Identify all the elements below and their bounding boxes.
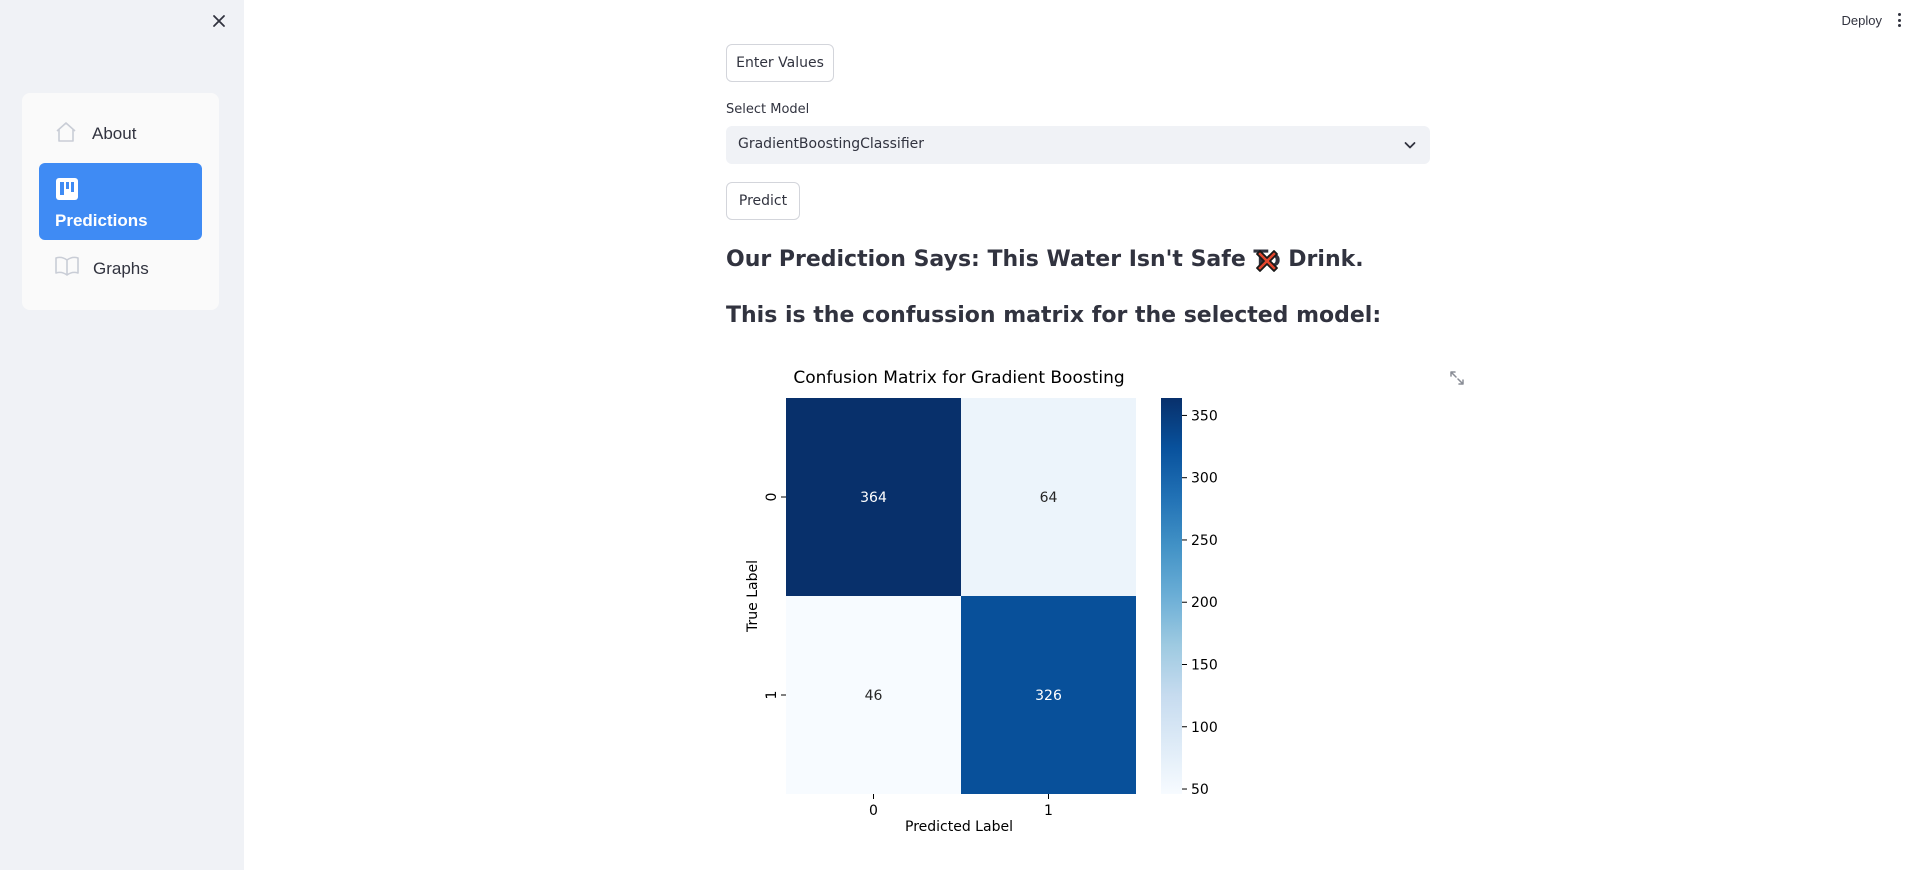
kanban-icon [55,177,79,206]
main-menu-button[interactable] [1894,10,1904,30]
matrix-heading: This is the confussion matrix for the se… [726,303,1382,328]
y-tick-label: 1 [764,691,780,700]
kebab-dot [1897,24,1901,27]
sidebar-item-predictions[interactable]: Predictions [39,163,202,240]
select-model-label: Select Model [726,102,810,117]
colorbar-tick-label: 350 [1191,408,1218,424]
x-tick-label: 1 [1044,803,1053,819]
colorbar-tick-label: 50 [1191,782,1209,798]
colorbar [1161,398,1182,794]
cell-value-label: 46 [865,688,883,704]
kebab-dot [1897,18,1901,22]
sidebar-item-label: About [92,124,137,143]
selected-model-value: GradientBoostingClassifier [738,136,925,152]
sidebar-item-label: Graphs [93,259,149,278]
colorbar-tick-label: 100 [1191,720,1218,736]
house-icon [54,121,78,148]
enter-values-button[interactable]: Enter Values [726,44,834,82]
chart-title: Confusion Matrix for Gradient Boosting [793,368,1124,388]
cell-value-label: 326 [1035,688,1062,704]
fullscreen-icon[interactable] [1448,369,1466,392]
y-tick-label: 0 [764,493,780,502]
x-axis-label: Predicted Label [905,819,1013,835]
kebab-dot [1897,13,1901,16]
nav-menu: About Predictions Graphs [22,93,219,310]
colorbar-tick-label: 300 [1191,471,1218,487]
y-axis-label: True Label [745,560,761,633]
model-select[interactable]: GradientBoostingClassifier [726,126,1430,164]
close-sidebar-button[interactable] [206,8,232,34]
sidebar: About Predictions Graphs [0,0,244,870]
confusion-matrix-chart: Confusion Matrix for Gradient Boosting 3… [745,368,1218,835]
predict-button[interactable]: Predict [726,182,800,220]
sidebar-item-about[interactable]: About [39,111,202,155]
x-tick-label: 0 [869,803,878,819]
book-icon [54,255,80,282]
cell-value-label: 364 [860,490,887,506]
sidebar-item-graphs[interactable]: Graphs [39,245,202,289]
colorbar-tick-label: 200 [1191,595,1218,611]
cross-mark-icon [1253,247,1281,280]
colorbar-tick-label: 150 [1191,657,1218,673]
deploy-button[interactable]: Deploy [1842,13,1882,28]
colorbar-tick-label: 250 [1191,533,1218,549]
app-header: Deploy [1842,10,1904,30]
cell-value-label: 64 [1040,490,1058,506]
sidebar-item-label: Predictions [55,211,148,230]
close-icon [213,15,225,27]
chevron-down-icon [1402,137,1418,158]
